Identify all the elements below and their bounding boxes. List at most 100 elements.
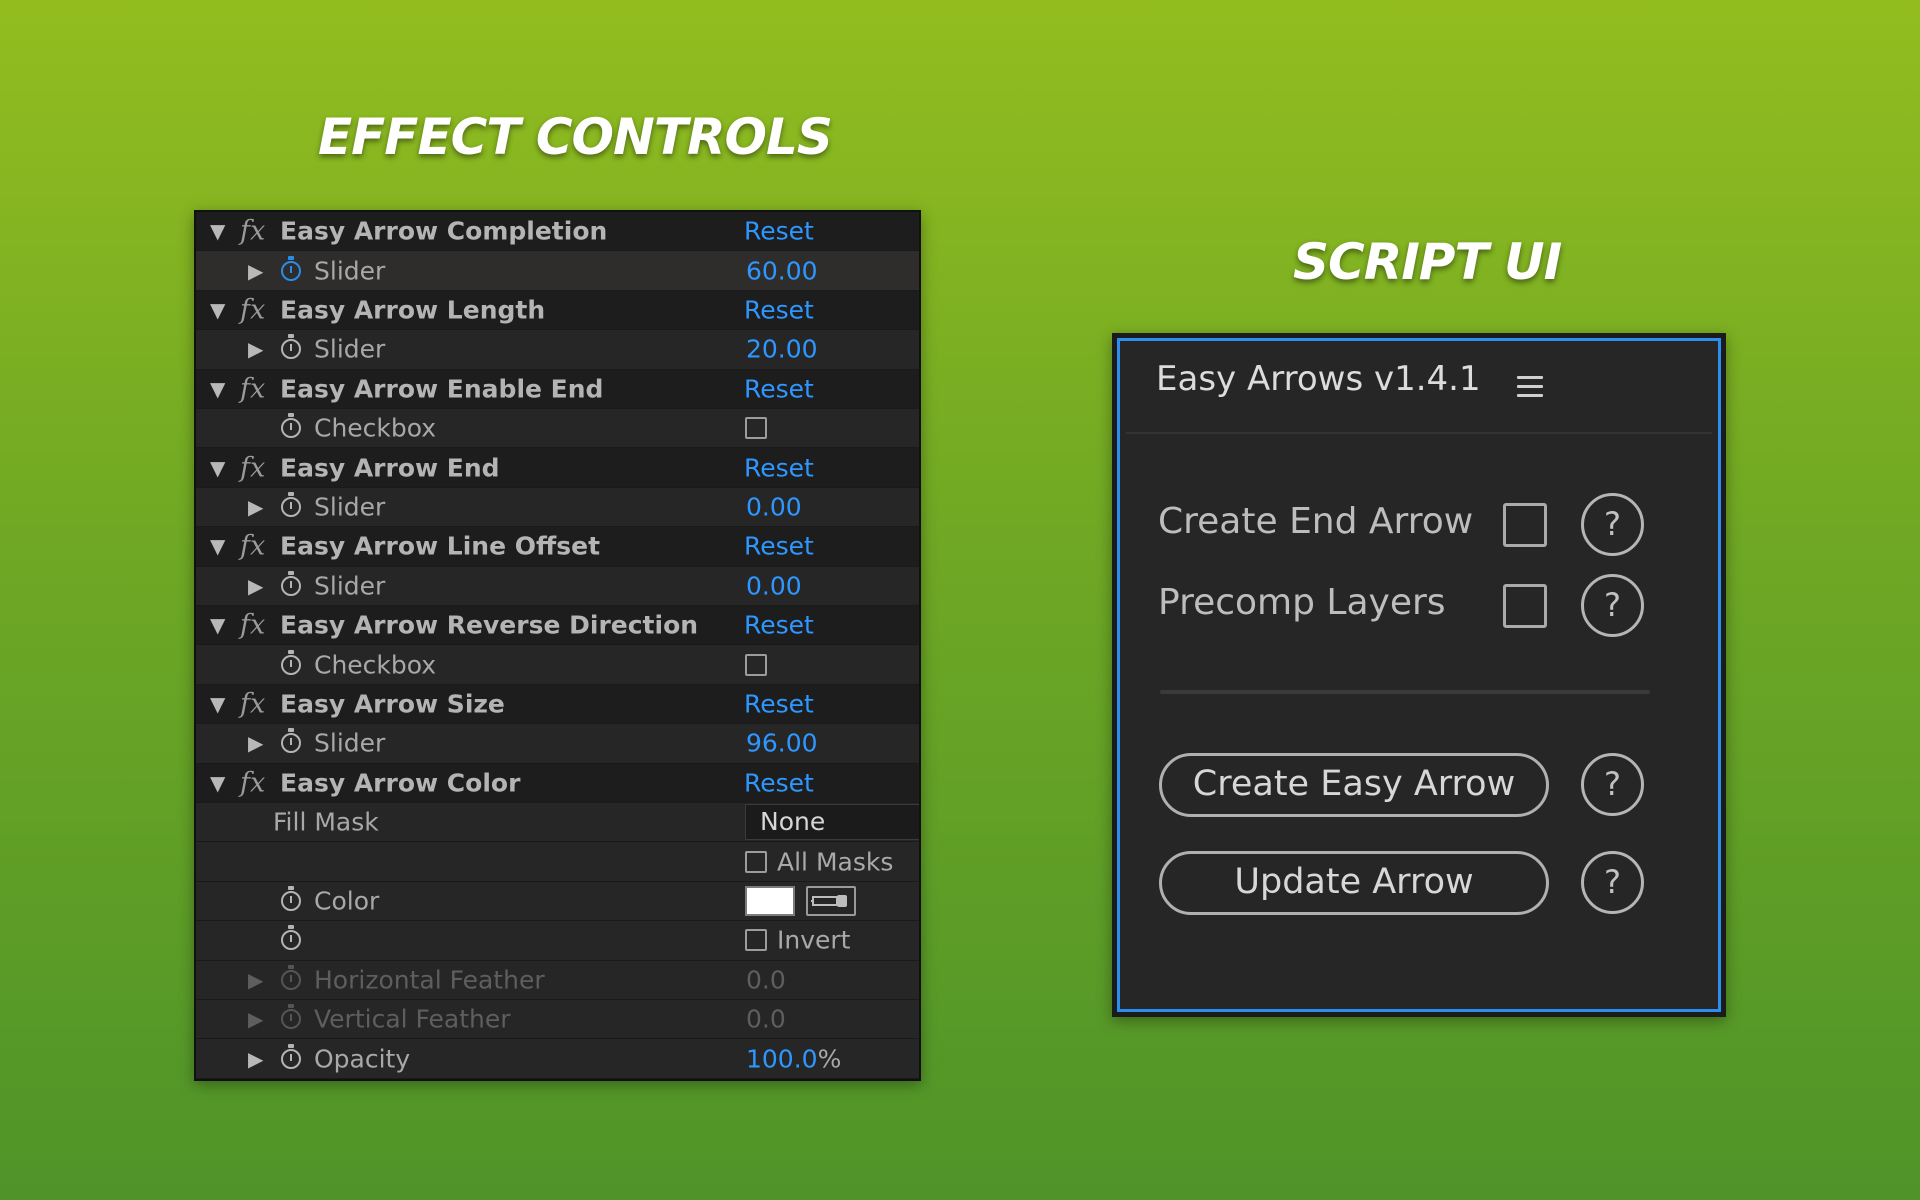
slider-value[interactable]: 60.00 — [746, 256, 818, 285]
fx-icon[interactable]: fx — [240, 216, 265, 247]
fx-icon[interactable]: fx — [240, 373, 265, 404]
property-name: Checkbox — [314, 413, 437, 443]
help-button[interactable]: ? — [1581, 574, 1644, 637]
reset-link[interactable]: Reset — [744, 689, 814, 718]
reset-link[interactable]: Reset — [744, 532, 814, 561]
checkbox[interactable] — [745, 653, 767, 676]
title-divider — [1126, 432, 1712, 434]
fx-icon[interactable]: fx — [240, 531, 265, 562]
fx-icon[interactable]: fx — [240, 610, 265, 641]
property-row: ▶ Slider 20.00 — [196, 330, 919, 370]
stopwatch-icon[interactable] — [281, 728, 301, 754]
stopwatch-icon[interactable] — [281, 255, 301, 281]
vertical-feather-value[interactable]: 0.0 — [746, 1005, 786, 1034]
opacity-number[interactable]: 100.0 — [746, 1044, 818, 1073]
reset-link[interactable]: Reset — [744, 611, 814, 640]
stopwatch-icon[interactable] — [281, 649, 301, 675]
color-swatch[interactable] — [745, 885, 795, 916]
fill-mask-row: Fill Mask None — [196, 803, 919, 843]
update-arrow-button[interactable]: Update Arrow — [1159, 851, 1549, 915]
stopwatch-icon[interactable] — [281, 334, 301, 360]
horizontal-feather-value[interactable]: 0.0 — [746, 965, 786, 994]
stopwatch-icon[interactable] — [281, 964, 301, 990]
property-name: Slider — [314, 492, 386, 522]
eyedropper-icon[interactable] — [806, 885, 856, 916]
stopwatch-icon[interactable] — [281, 885, 301, 911]
help-button[interactable]: ? — [1581, 493, 1644, 556]
slider-value[interactable]: 0.00 — [746, 492, 802, 521]
twirl-right-icon[interactable]: ▶ — [248, 731, 263, 755]
fx-icon[interactable]: fx — [240, 767, 265, 798]
help-button[interactable]: ? — [1581, 851, 1644, 914]
twirl-down-icon[interactable]: ▼ — [210, 692, 225, 716]
effect-name: Easy Arrow Color — [280, 768, 521, 798]
effect-header[interactable]: ▼ fx Easy Arrow Line Offset Reset — [196, 527, 919, 567]
stopwatch-icon[interactable] — [281, 1043, 301, 1069]
slider-value[interactable]: 20.00 — [746, 335, 818, 364]
reset-link[interactable]: Reset — [744, 374, 814, 403]
property-name: Checkbox — [314, 650, 437, 680]
property-row: Checkbox — [196, 409, 919, 449]
opacity-row: ▶ Opacity 100.0% — [196, 1039, 919, 1079]
fx-icon[interactable]: fx — [240, 294, 265, 325]
twirl-right-icon[interactable]: ▶ — [248, 968, 263, 992]
fx-icon[interactable]: fx — [240, 688, 265, 719]
fx-icon[interactable]: fx — [240, 452, 265, 483]
effect-header[interactable]: ▼ fx Easy Arrow Reverse Direction Reset — [196, 606, 919, 646]
stopwatch-icon[interactable] — [281, 1004, 301, 1030]
opacity-value[interactable]: 100.0% — [746, 1044, 841, 1073]
effect-header[interactable]: ▼ fx Easy Arrow Length Reset — [196, 290, 919, 331]
section-divider — [1160, 690, 1650, 694]
twirl-right-icon[interactable]: ▶ — [248, 1007, 263, 1031]
invert-label: Invert — [777, 925, 851, 955]
stopwatch-icon[interactable] — [281, 491, 301, 517]
create-end-arrow-checkbox[interactable] — [1503, 503, 1547, 547]
effect-header[interactable]: ▼ fx Easy Arrow Size Reset — [196, 684, 919, 725]
create-end-arrow-label: Create End Arrow — [1158, 501, 1474, 542]
twirl-down-icon[interactable]: ▼ — [210, 613, 225, 637]
effect-header[interactable]: ▼ fx Easy Arrow Completion Reset — [196, 212, 919, 252]
effect-header[interactable]: ▼ fx Easy Arrow Enable End Reset — [196, 369, 919, 409]
twirl-down-icon[interactable]: ▼ — [210, 219, 225, 243]
precomp-layers-checkbox[interactable] — [1503, 584, 1547, 628]
create-easy-arrow-button[interactable]: Create Easy Arrow — [1159, 753, 1549, 817]
twirl-right-icon[interactable]: ▶ — [248, 259, 263, 283]
reset-link[interactable]: Reset — [744, 295, 814, 324]
stopwatch-icon[interactable] — [281, 925, 301, 951]
effect-header[interactable]: ▼ fx Easy Arrow Color Reset — [196, 763, 919, 803]
reset-link[interactable]: Reset — [744, 217, 814, 246]
twirl-down-icon[interactable]: ▼ — [210, 456, 225, 480]
hamburger-menu-icon[interactable] — [1517, 376, 1543, 398]
vertical-feather-row: ▶ Vertical Feather 0.0 — [196, 1000, 919, 1040]
property-name: Slider — [314, 334, 386, 364]
effect-name: Easy Arrow Length — [280, 295, 546, 325]
reset-link[interactable]: Reset — [744, 453, 814, 482]
invert-checkbox[interactable] — [745, 929, 767, 952]
reset-link[interactable]: Reset — [744, 768, 814, 797]
slider-value[interactable]: 0.00 — [746, 571, 802, 600]
twirl-down-icon[interactable]: ▼ — [210, 771, 225, 795]
twirl-right-icon[interactable]: ▶ — [248, 574, 263, 598]
effect-header[interactable]: ▼ fx Easy Arrow End Reset — [196, 448, 919, 488]
all-masks-checkbox[interactable] — [745, 850, 767, 873]
twirl-right-icon[interactable]: ▶ — [248, 495, 263, 519]
twirl-down-icon[interactable]: ▼ — [210, 377, 225, 401]
stopwatch-icon[interactable] — [281, 413, 301, 439]
script-ui-heading: SCRIPT UI — [1293, 233, 1562, 291]
property-row: Checkbox — [196, 645, 919, 685]
fill-mask-dropdown[interactable]: None — [745, 804, 919, 841]
help-button[interactable]: ? — [1581, 753, 1644, 816]
opacity-unit: % — [817, 1044, 842, 1074]
slider-value[interactable]: 96.00 — [746, 729, 818, 758]
stopwatch-icon[interactable] — [281, 570, 301, 596]
property-row: ▶ Slider 0.00 — [196, 566, 919, 606]
twirl-down-icon[interactable]: ▼ — [210, 534, 225, 558]
checkbox[interactable] — [745, 417, 767, 440]
twirl-right-icon[interactable]: ▶ — [248, 1047, 263, 1071]
color-row: Color — [196, 881, 919, 922]
twirl-right-icon[interactable]: ▶ — [248, 337, 263, 361]
twirl-down-icon[interactable]: ▼ — [210, 298, 225, 322]
effect-name: Easy Arrow Reverse Direction — [280, 610, 699, 640]
all-masks-row: All Masks — [196, 842, 919, 882]
effect-controls-panel: ▼ fx Easy Arrow Completion Reset ▶ Slide… — [194, 210, 921, 1081]
